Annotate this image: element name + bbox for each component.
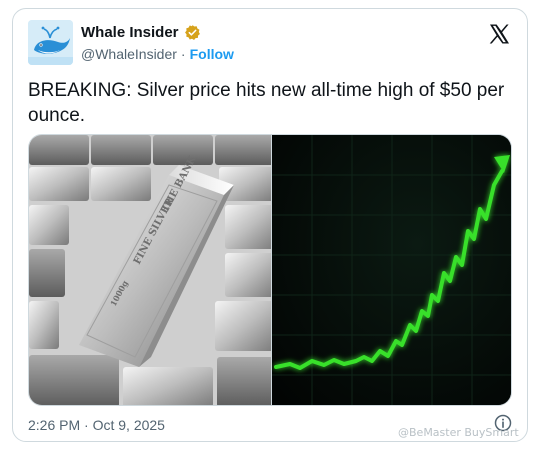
verified-badge-icon: [184, 25, 200, 40]
tweet-card: Whale Insider @WhaleInsider · Follow BRE…: [12, 8, 528, 442]
handle[interactable]: @WhaleInsider: [81, 46, 177, 62]
rising-green-chart-image[interactable]: [271, 135, 511, 405]
tweet-text: BREAKING: Silver price hits new all-time…: [28, 80, 505, 126]
silver-bars-image[interactable]: THE BANK FINE SILVER 1000g: [29, 135, 271, 405]
x-logo-icon[interactable]: [487, 22, 511, 46]
author-name-row: Whale Insider: [81, 24, 201, 41]
whale-logo-icon: [28, 20, 73, 65]
tweet-media[interactable]: THE BANK FINE SILVER 1000g: [28, 134, 512, 406]
handle-row: @WhaleInsider · Follow: [81, 46, 234, 62]
watermark-text: @BeMaster BuySmart: [398, 426, 519, 439]
avatar[interactable]: [28, 20, 73, 65]
separator-dot: ·: [180, 46, 186, 62]
display-name[interactable]: Whale Insider: [81, 24, 179, 41]
follow-button[interactable]: Follow: [190, 46, 234, 62]
tweet-timestamp[interactable]: 2:26 PM · Oct 9, 2025: [28, 417, 165, 433]
